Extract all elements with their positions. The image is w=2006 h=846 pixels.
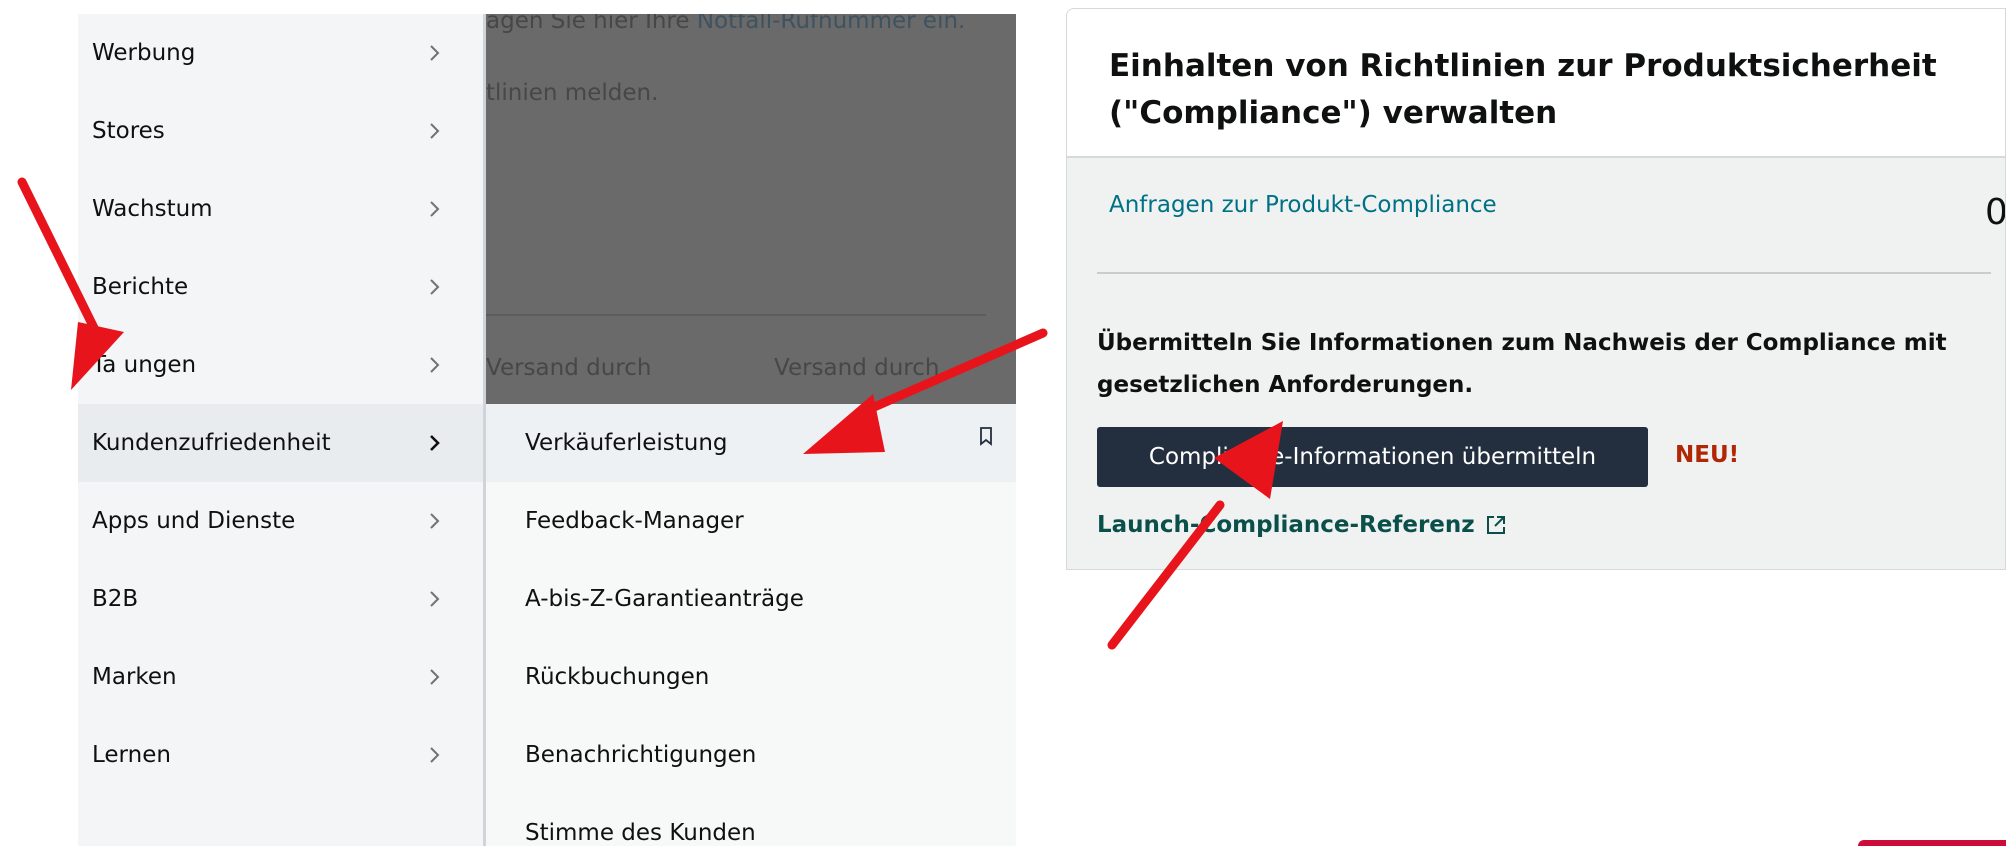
- requests-count: 0: [1985, 192, 2006, 233]
- compliance-requests-link[interactable]: Anfragen zur Produkt-Compliance: [1109, 192, 1497, 218]
- new-badge: NEU!: [1675, 442, 1740, 468]
- compliance-info-text: Übermitteln Sie Informationen zum Nachwe…: [1097, 330, 1947, 398]
- launch-compliance-link[interactable]: Launch-Compliance-Referenz: [1097, 512, 1507, 538]
- bookmark-icon[interactable]: [978, 426, 994, 446]
- launch-link-label: Launch-Compliance-Referenz: [1097, 512, 1475, 538]
- submenu-item-label: Rückbuchungen: [525, 664, 710, 690]
- submenu-item-rueckbuchungen[interactable]: Rückbuchungen: [486, 638, 1016, 716]
- chevron-right-icon: [428, 119, 444, 143]
- menu-item-berichte[interactable]: Berichte: [78, 248, 483, 326]
- menu-item-label: B2B: [92, 586, 139, 612]
- menu-item-wachstum[interactable]: Wachstum: [78, 170, 483, 248]
- submenu-item-label: A-bis-Z-Garantieanträge: [525, 586, 804, 612]
- background-text-line: agen Sie hier Ihre Notfall-Rufnummer ein…: [486, 14, 965, 34]
- background-text-line: tlinien melden.: [486, 80, 659, 106]
- submenu-item-feedback-manager[interactable]: Feedback-Manager: [486, 482, 1016, 560]
- menu-item-label: Werbung: [92, 40, 196, 66]
- compliance-card: Einhalten von Richtlinien zur Produktsic…: [1066, 8, 2006, 570]
- submenu-item-stimme-des-kunden[interactable]: Stimme des Kunden: [486, 794, 1016, 846]
- chevron-right-icon: [428, 587, 444, 611]
- submit-compliance-button[interactable]: Compliance-Informationen übermitteln: [1097, 427, 1648, 487]
- chevron-right-icon: [428, 665, 444, 689]
- card-body: Anfragen zur Produkt-Compliance 0 Übermi…: [1067, 158, 2006, 569]
- menu-item-ta-ungen[interactable]: Ta ungen: [78, 326, 483, 404]
- background-link: Notfall-Rufnummer ein.: [696, 14, 966, 34]
- submenu-item-label: Benachrichtigungen: [525, 742, 757, 768]
- submenu-item-label: Stimme des Kunden: [525, 820, 756, 846]
- menu-item-label: Marken: [92, 664, 177, 690]
- card-title: Einhalten von Richtlinien zur Produktsic…: [1109, 48, 1937, 131]
- chevron-right-icon: [428, 509, 444, 533]
- submenu-item-label: Verkäuferleistung: [525, 430, 728, 456]
- menu-item-kundenzufriedenheit[interactable]: Kundenzufriedenheit: [78, 404, 483, 482]
- menu-item-label: Wachstum: [92, 196, 213, 222]
- menu-item-lernen[interactable]: Lernen: [78, 716, 483, 794]
- chevron-right-icon: [428, 743, 444, 767]
- menu-item-werbung[interactable]: Werbung: [78, 14, 483, 92]
- menu-item-label: Ta ungen: [92, 352, 197, 378]
- background-column-header: Versand durch: [486, 355, 652, 381]
- background-text: agen Sie hier Ihre: [486, 14, 697, 34]
- menu-item-label: Berichte: [92, 274, 189, 300]
- external-link-icon: [1486, 516, 1505, 534]
- menu-item-apps-und-dienste[interactable]: Apps und Dienste: [78, 482, 483, 560]
- navigation-menu: Werbung Stores Wachstum Berichte Ta unge…: [78, 14, 483, 846]
- menu-item-marken[interactable]: Marken: [78, 638, 483, 716]
- corner-fragment: [1858, 840, 2006, 846]
- menu-item-label: Apps und Dienste: [92, 508, 296, 534]
- background-column-header: Versand durch: [774, 355, 940, 381]
- chevron-right-icon: [428, 275, 444, 299]
- submenu-item-verkaeuferleistung[interactable]: Verkäuferleistung: [486, 404, 1016, 482]
- card-body-divider: [1097, 272, 1991, 274]
- dimmed-background-page: agen Sie hier Ihre Notfall-Rufnummer ein…: [486, 14, 1016, 404]
- chevron-right-icon: [428, 197, 444, 221]
- submenu-item-label: Feedback-Manager: [525, 508, 744, 534]
- menu-item-b2b[interactable]: B2B: [78, 560, 483, 638]
- submenu: Verkäuferleistung Feedback-Manager A-bis…: [486, 404, 1016, 846]
- submenu-item-a-bis-z-garantieantraege[interactable]: A-bis-Z-Garantieanträge: [486, 560, 1016, 638]
- menu-item-label: Lernen: [92, 742, 171, 768]
- menu-item-stores[interactable]: Stores: [78, 92, 483, 170]
- chevron-right-icon: [428, 353, 444, 377]
- chevron-right-icon: [428, 41, 444, 65]
- menu-item-label: Kundenzufriedenheit: [92, 430, 331, 456]
- submenu-item-benachrichtigungen[interactable]: Benachrichtigungen: [486, 716, 1016, 794]
- background-divider: [486, 314, 986, 316]
- menu-item-label: Stores: [92, 118, 165, 144]
- chevron-right-icon: [428, 431, 444, 455]
